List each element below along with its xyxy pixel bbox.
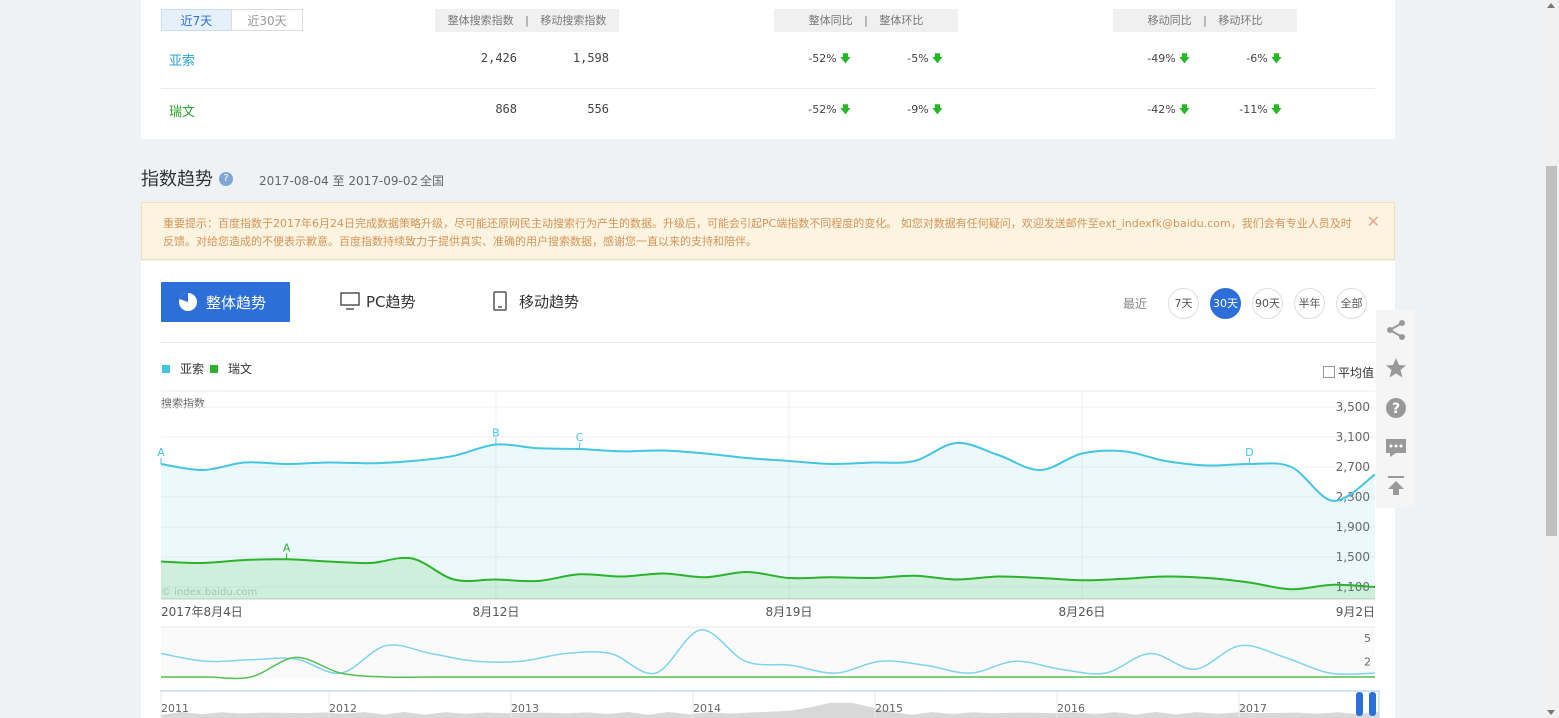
row-overall-yoy: -52% 🡇 — [791, 101, 851, 120]
range-label: 最近 — [1123, 297, 1148, 311]
row-total-index: 868 — [495, 102, 517, 116]
date-range: 2017-08-04 至 2017-09-02 — [259, 174, 419, 188]
row-keyword-yasuo[interactable]: 亚索 — [169, 50, 195, 69]
monitor-icon — [340, 292, 360, 310]
arrow-down-icon: 🡇 — [931, 103, 943, 116]
pct-value: -5% — [907, 52, 929, 65]
arrow-down-icon: 🡇 — [839, 52, 851, 65]
range-30-days[interactable]: 30天 — [1210, 288, 1241, 319]
close-icon[interactable]: ✕ — [1367, 212, 1380, 231]
row-overall-yoy: -52% 🡇 — [791, 50, 851, 69]
back-to-top-icon[interactable] — [1384, 474, 1408, 498]
mobile-trend-button[interactable]: 移动趋势 — [493, 282, 579, 322]
header-search-total: 整体搜索指数 — [447, 14, 514, 27]
header-separator: | — [1203, 14, 1207, 27]
row-mobile-yoy: -42% 🡇 — [1130, 101, 1190, 120]
header-mobile-change: 移动同比 | 移动环比 — [1113, 9, 1297, 32]
pc-trend-label: PC趋势 — [366, 293, 416, 311]
range-half-year[interactable]: 半年 — [1294, 288, 1325, 319]
help-icon[interactable]: ? — [219, 172, 233, 186]
row-mobile-mom: -11% 🡇 — [1222, 101, 1282, 120]
scroll-down-arrow-icon[interactable] — [1547, 710, 1555, 715]
comment-icon[interactable] — [1384, 436, 1408, 460]
row-mobile-yoy: -49% 🡇 — [1130, 50, 1190, 69]
pct-value: -11% — [1239, 103, 1268, 116]
pct-value: -9% — [907, 103, 929, 116]
section-title: 指数趋势 — [141, 169, 213, 190]
row-total-index: 2,426 — [480, 51, 517, 65]
arrow-down-icon: 🡇 — [839, 103, 851, 116]
pct-value: -42% — [1147, 103, 1176, 116]
divider — [161, 342, 1375, 343]
legend-ruiwen[interactable]: 瑞文 — [210, 360, 252, 377]
pc-trend-button[interactable]: PC趋势 — [340, 282, 416, 322]
arrow-down-icon: 🡇 — [1178, 52, 1190, 65]
header-mobile-mom: 移动环比 — [1218, 14, 1263, 27]
checkbox-icon — [1323, 366, 1335, 378]
header-search-mobile: 移动搜索指数 — [540, 14, 607, 27]
question-icon[interactable]: ? — [1384, 396, 1408, 420]
legend-swatch — [162, 365, 170, 373]
comparison-table: 近7天 近30天 整体搜索指数 | 移动搜索指数 整体同比 | 整体环比 移动同… — [141, 0, 1395, 139]
range-7-days[interactable]: 7天 — [1168, 288, 1199, 319]
average-checkbox[interactable]: 平均值 — [1323, 364, 1374, 381]
pct-value: -52% — [808, 52, 837, 65]
row-overall-mom: -5% 🡇 — [883, 50, 943, 69]
svg-text:?: ? — [1392, 401, 1400, 417]
legend-label: 亚索 — [180, 362, 205, 376]
header-overall-change: 整体同比 | 整体环比 — [774, 9, 958, 32]
arrow-down-icon: 🡇 — [931, 52, 943, 65]
phone-icon — [493, 291, 507, 311]
arrow-down-icon: 🡇 — [1270, 103, 1282, 116]
legend-swatch — [210, 365, 218, 373]
row-mobile-index: 1,598 — [572, 51, 609, 65]
pct-value: -6% — [1246, 52, 1268, 65]
row-mobile-mom: -6% 🡇 — [1222, 50, 1282, 69]
legend-label: 瑞文 — [228, 362, 253, 376]
share-icon[interactable] — [1384, 318, 1408, 342]
row-divider — [161, 88, 1375, 89]
average-label: 平均值 — [1338, 366, 1375, 380]
region-label: 全国 — [420, 174, 445, 188]
side-toolbar: ? — [1376, 310, 1415, 508]
header-separator: | — [525, 14, 529, 27]
header-mobile-yoy: 移动同比 — [1147, 14, 1192, 27]
mobile-trend-label: 移动趋势 — [519, 293, 580, 311]
arrow-down-icon: 🡇 — [1178, 103, 1190, 116]
row-mobile-index: 556 — [587, 102, 609, 116]
header-separator: | — [864, 14, 868, 27]
range-90-days[interactable]: 90天 — [1252, 288, 1283, 319]
legend-yasuo[interactable]: 亚索 — [162, 360, 204, 377]
scroll-up-arrow-icon[interactable] — [1547, 3, 1555, 8]
row-overall-mom: -9% 🡇 — [883, 101, 943, 120]
arrow-down-icon: 🡇 — [1270, 52, 1282, 65]
pie-chart-icon — [179, 293, 197, 311]
notice-text: 重要提示：百度指数于2017年6月24日完成数据策略升级，尽可能还原网民主动搜索… — [163, 217, 1352, 248]
trend-panel: 整体趋势 PC趋势 移动趋势 最近 7天 30天 90天 半年 全部 亚索 瑞文… — [141, 261, 1395, 718]
notice-banner: 重要提示：百度指数于2017年6月24日完成数据策略升级，尽可能还原网民主动搜索… — [141, 202, 1395, 260]
scrollbar-thumb[interactable] — [1546, 166, 1557, 536]
range-all[interactable]: 全部 — [1336, 288, 1367, 319]
tab-30-days[interactable]: 近30天 — [231, 9, 303, 31]
row-keyword-ruiwen[interactable]: 瑞文 — [169, 101, 195, 120]
star-icon[interactable] — [1384, 356, 1408, 380]
overall-trend-button[interactable]: 整体趋势 — [161, 282, 290, 322]
header-overall-mom: 整体环比 — [879, 14, 924, 27]
pct-value: -49% — [1147, 52, 1176, 65]
pct-value: -52% — [808, 103, 837, 116]
header-search-index: 整体搜索指数 | 移动搜索指数 — [435, 9, 619, 32]
tab-7-days[interactable]: 近7天 — [161, 9, 232, 31]
header-overall-yoy: 整体同比 — [808, 14, 853, 27]
overall-trend-label: 整体趋势 — [206, 294, 267, 312]
